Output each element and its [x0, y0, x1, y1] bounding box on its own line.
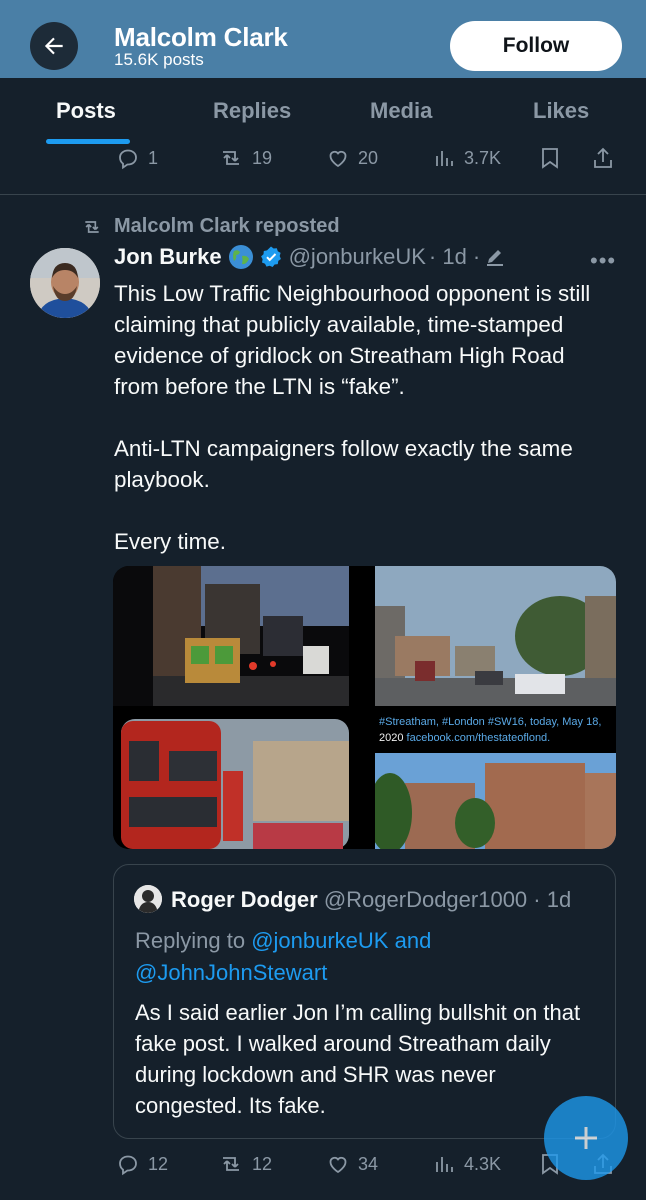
avatar-image	[30, 248, 100, 318]
follow-button[interactable]: Follow	[450, 21, 622, 71]
views-chart-icon	[436, 1157, 453, 1172]
tweet-media-grid[interactable]: #Streatham, #London #SW16, today, May 18…	[113, 566, 616, 849]
quote-avatar[interactable]	[134, 885, 162, 913]
author-name[interactable]: Jon Burke	[114, 244, 222, 270]
avatar[interactable]	[30, 248, 100, 318]
tweet-paragraph: Anti-LTN campaigners follow exactly the …	[114, 436, 573, 492]
share-button[interactable]	[592, 146, 614, 170]
reply-count: 12	[148, 1153, 169, 1174]
like-count: 34	[358, 1153, 379, 1174]
tweet-time: · 1d ·	[428, 244, 481, 269]
reply-mention-link[interactable]: @jonburkeUK	[251, 928, 388, 953]
reply-count: 1	[148, 147, 159, 168]
quote-text: As I said earlier Jon I’m calling bullsh…	[135, 1000, 581, 1118]
tweet-paragraph: This Low Traffic Neighbourhood opponent …	[114, 281, 591, 399]
repost-icon	[223, 151, 239, 165]
plus-icon	[575, 1127, 597, 1149]
media-photo-street-daytime[interactable]	[375, 566, 616, 706]
reply-button[interactable]: 12	[116, 1152, 168, 1176]
media-photo-red-bus[interactable]	[113, 711, 363, 849]
reply-icon	[119, 1155, 137, 1176]
repost-icon	[85, 220, 99, 233]
heart-icon	[329, 150, 347, 168]
profile-tabs: Posts Replies Media Likes	[0, 78, 646, 144]
repost-icon	[223, 1157, 239, 1171]
repost-label: Malcolm Clark reposted	[114, 215, 340, 237]
views-count: 3.7K	[464, 147, 502, 168]
reply-mention-link[interactable]: @JohnJohnStewart	[135, 960, 327, 985]
media-caption-line1: #Streatham, #London #SW16, today, May 18…	[379, 716, 602, 728]
repost-count: 19	[252, 147, 273, 168]
share-icon	[594, 147, 612, 168]
like-button[interactable]: 34	[326, 1152, 378, 1176]
views-chart-icon	[436, 151, 453, 166]
profile-name: Malcolm Clark	[114, 22, 288, 52]
views-button[interactable]: 4.3K	[434, 1152, 501, 1176]
reply-button[interactable]: 1	[116, 146, 158, 170]
reply-icon	[119, 149, 137, 170]
media-photo-with-caption[interactable]: #Streatham, #London #SW16, today, May 18…	[375, 711, 616, 849]
repost-indicator[interactable]: Malcolm Clark reposted	[80, 215, 340, 238]
tab-media[interactable]: Media	[370, 98, 432, 124]
active-tab-indicator	[46, 139, 130, 144]
back-button[interactable]	[30, 22, 78, 70]
like-button[interactable]: 20	[326, 146, 378, 170]
edit-pencil-icon	[487, 250, 504, 266]
media-photo-traffic-dusk[interactable]	[113, 566, 363, 706]
tweet-divider	[0, 194, 646, 195]
media-caption-line2: 2020 facebook.com/thestateoflond.	[379, 732, 551, 744]
tab-likes[interactable]: Likes	[533, 98, 589, 124]
prev-tweet-actions: 1 19 20 3.7K	[0, 146, 646, 176]
globe-emoji-icon	[228, 245, 253, 269]
quote-time: · 1d	[533, 887, 572, 912]
repost-button[interactable]: 12	[218, 1152, 272, 1176]
repost-button[interactable]: 19	[218, 146, 272, 170]
tweet-paragraph: Every time.	[114, 529, 226, 554]
bookmark-button[interactable]	[540, 146, 560, 170]
repost-count: 12	[252, 1153, 273, 1174]
author-handle[interactable]: @jonburkeUK	[289, 244, 426, 270]
posts-count: 15.6K posts	[114, 50, 204, 69]
quote-author-handle[interactable]: @RogerDodger1000	[324, 887, 527, 912]
tab-posts[interactable]: Posts	[56, 98, 116, 124]
verified-badge-icon	[260, 246, 281, 267]
heart-icon	[329, 1156, 347, 1174]
views-button[interactable]: 3.7K	[434, 146, 501, 170]
quoted-tweet[interactable]: Roger Dodger @RogerDodger1000 · 1d Reply…	[113, 864, 616, 1139]
quote-author-line: Roger Dodger @RogerDodger1000 · 1d	[171, 887, 571, 913]
like-count: 20	[358, 147, 379, 168]
more-options-icon[interactable]: •••	[590, 248, 616, 274]
views-count: 4.3K	[464, 1153, 502, 1174]
quote-author-name[interactable]: Roger Dodger	[171, 887, 318, 912]
bookmark-icon	[542, 148, 558, 169]
arrow-left-icon	[44, 37, 63, 55]
tweet-text: This Low Traffic Neighbourhood opponent …	[114, 278, 614, 588]
tab-replies[interactable]: Replies	[213, 98, 291, 124]
compose-button[interactable]	[544, 1096, 628, 1180]
tweet-author-line: Jon Burke @jonburkeUK · 1d ·	[114, 244, 506, 270]
replying-to: Replying to @jonburkeUK and @JohnJohnSte…	[135, 928, 432, 985]
